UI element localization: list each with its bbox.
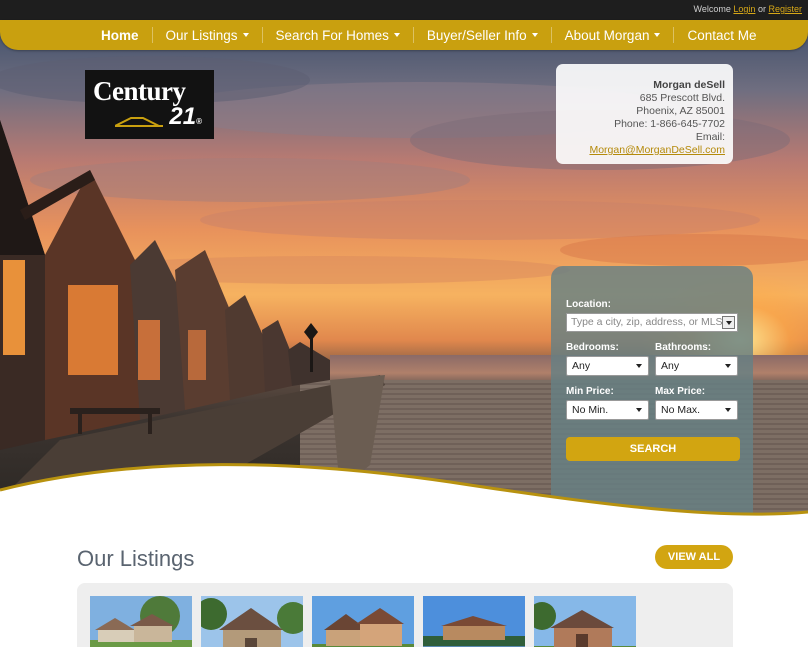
logo-number: 21® (169, 103, 202, 131)
listings-title: Our Listings (77, 546, 195, 571)
agent-email-label: Email: (695, 131, 725, 143)
welcome-text: Welcome Login or Register (694, 4, 802, 14)
agent-email-row: Email: Morgan@MorganDeSell.com (564, 131, 725, 157)
roof-icon (115, 117, 163, 127)
listing-thumb-3[interactable] (312, 596, 414, 647)
bathrooms-select[interactable]: Any (655, 356, 738, 376)
min-price-label: Min Price: (566, 386, 614, 397)
agent-street: 685 Prescott Blvd. (639, 92, 725, 104)
listing-thumbnails (90, 596, 636, 647)
registered-mark: ® (196, 117, 202, 126)
nav-item-home[interactable]: Home (88, 27, 153, 43)
wave-divider (0, 463, 808, 530)
top-utility-bar: Welcome Login or Register (0, 0, 808, 20)
bedrooms-label: Bedrooms: (566, 342, 619, 353)
nav-label: Search For Homes (275, 27, 389, 43)
nav-item-buyer-seller-info[interactable]: Buyer/Seller Info (414, 27, 552, 43)
agent-email-link[interactable]: Morgan@MorganDeSell.com (589, 144, 725, 156)
nav-label: About Morgan (564, 27, 650, 43)
chevron-down-icon (654, 33, 661, 37)
main-nav: Home Our Listings Search For Homes Buyer… (0, 20, 808, 50)
chevron-down-icon (393, 33, 400, 37)
register-link[interactable]: Register (768, 4, 802, 14)
chevron-down-icon[interactable] (722, 316, 735, 329)
bedrooms-select[interactable]: Any (566, 356, 649, 376)
listing-thumb-1[interactable] (90, 596, 192, 647)
nav-item-our-listings[interactable]: Our Listings (153, 27, 263, 43)
agent-phone: Phone: 1-866-645-7702 (614, 118, 725, 130)
nav-item-contact-me[interactable]: Contact Me (674, 27, 769, 43)
nav-label: Contact Me (687, 27, 757, 43)
listing-thumb-4[interactable] (423, 596, 525, 647)
login-link[interactable]: Login (733, 4, 755, 14)
nav-item-about-morgan[interactable]: About Morgan (552, 27, 675, 43)
agent-city: Phoenix, AZ 85001 (636, 105, 725, 117)
view-all-button[interactable]: VIEW ALL (655, 545, 733, 569)
logo-number-text: 21 (169, 103, 197, 130)
bathrooms-label: Bathrooms: (655, 342, 712, 353)
nav-label: Home (101, 27, 139, 43)
welcome-label: Welcome (693, 4, 731, 14)
location-placeholder: Type a city, zip, address, or MLS (571, 316, 723, 328)
nav-label: Our Listings (165, 27, 238, 43)
or-label: or (757, 4, 766, 14)
nav-item-search-for-homes[interactable]: Search For Homes (263, 27, 414, 43)
location-label: Location: (566, 299, 611, 310)
listing-thumb-2[interactable] (201, 596, 303, 647)
chevron-down-icon (531, 33, 538, 37)
max-price-select[interactable]: No Max. (655, 400, 738, 420)
chevron-down-icon (242, 33, 249, 37)
nav-label: Buyer/Seller Info (426, 27, 527, 43)
century21-logo[interactable]: Century 21® (85, 70, 214, 139)
logo-word: Century (93, 76, 186, 106)
agent-name: Morgan deSell (653, 79, 725, 91)
location-input[interactable]: Type a city, zip, address, or MLS (566, 313, 738, 332)
min-price-select[interactable]: No Min. (566, 400, 649, 420)
listing-thumb-5[interactable] (534, 596, 636, 647)
max-price-label: Max Price: (655, 386, 706, 397)
agent-contact-card: Morgan deSell 685 Prescott Blvd. Phoenix… (556, 64, 733, 164)
